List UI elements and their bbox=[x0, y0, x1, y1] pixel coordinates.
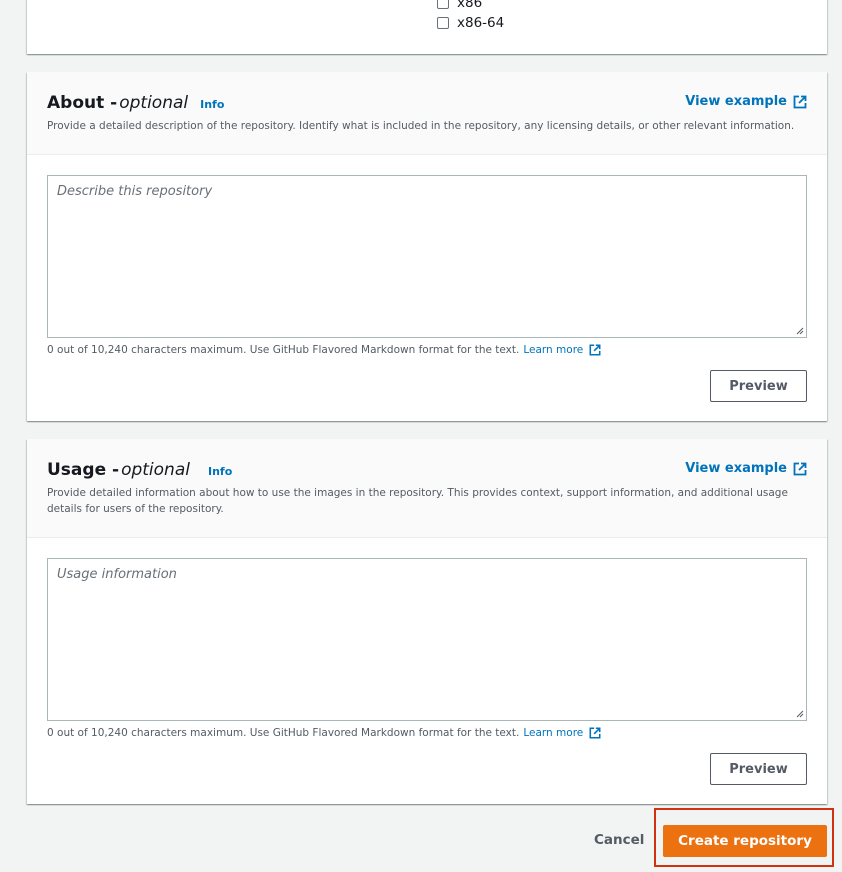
about-description: Provide a detailed description of the re… bbox=[47, 120, 795, 132]
about-preview-button[interactable]: Preview bbox=[710, 370, 807, 402]
about-title: About - optional Info bbox=[47, 93, 224, 113]
about-optional-text: optional bbox=[119, 93, 189, 113]
usage-optional-text: optional bbox=[121, 460, 190, 480]
x86-checkbox[interactable] bbox=[437, 0, 449, 9]
usage-textarea[interactable]: Usage information bbox=[47, 558, 807, 721]
usage-title-text: Usage - bbox=[47, 460, 120, 480]
architecture-option-x86-64[interactable]: x86-64 bbox=[437, 15, 504, 31]
architecture-panel: x86 x86-64 bbox=[27, 0, 827, 54]
create-repository-label: Create repository bbox=[678, 833, 812, 849]
usage-view-example-label: View example bbox=[685, 461, 787, 476]
usage-constraint-text: 0 out of 10,240 characters maximum. Use … bbox=[47, 727, 520, 739]
usage-info-link[interactable]: Info bbox=[208, 465, 232, 478]
x86-64-label: x86-64 bbox=[457, 15, 505, 31]
x86-64-checkbox[interactable] bbox=[437, 17, 449, 29]
usage-title: Usage - optional Info bbox=[47, 460, 232, 480]
x86-label: x86 bbox=[457, 0, 483, 11]
external-link-icon bbox=[793, 462, 807, 475]
about-constraint: 0 out of 10,240 characters maximum. Use … bbox=[47, 344, 601, 356]
about-header: About - optional Info View example Provi… bbox=[27, 72, 827, 155]
about-constraint-text: 0 out of 10,240 characters maximum. Use … bbox=[47, 344, 520, 356]
usage-learn-more-link[interactable]: Learn more bbox=[523, 727, 601, 739]
create-repository-button[interactable]: Create repository bbox=[663, 825, 827, 857]
external-link-icon bbox=[589, 727, 601, 739]
usage-learn-more-label: Learn more bbox=[523, 727, 584, 739]
cancel-button[interactable]: Cancel bbox=[594, 832, 644, 848]
about-learn-more-link[interactable]: Learn more bbox=[523, 344, 601, 356]
external-link-icon bbox=[793, 95, 807, 108]
usage-view-example-link[interactable]: View example bbox=[685, 461, 807, 476]
about-panel: About - optional Info View example Provi… bbox=[27, 72, 827, 421]
about-learn-more-label: Learn more bbox=[523, 344, 584, 356]
about-view-example-label: View example bbox=[685, 94, 787, 109]
resize-grip-icon[interactable] bbox=[796, 327, 804, 335]
resize-grip-icon[interactable] bbox=[796, 710, 804, 718]
about-preview-label: Preview bbox=[729, 378, 788, 394]
usage-header: Usage - optional Info View example Provi… bbox=[27, 439, 827, 538]
architecture-option-x86[interactable]: x86 bbox=[437, 0, 482, 11]
about-placeholder: Describe this repository bbox=[57, 184, 213, 199]
external-link-icon bbox=[589, 344, 601, 356]
about-info-link[interactable]: Info bbox=[200, 98, 224, 111]
about-title-text: About - bbox=[47, 93, 118, 113]
usage-description: Provide detailed information about how t… bbox=[47, 487, 788, 515]
usage-panel: Usage - optional Info View example Provi… bbox=[27, 439, 827, 804]
cancel-label: Cancel bbox=[594, 832, 645, 848]
usage-placeholder: Usage information bbox=[57, 567, 177, 582]
about-view-example-link[interactable]: View example bbox=[685, 94, 807, 109]
usage-preview-label: Preview bbox=[729, 761, 788, 777]
about-textarea[interactable]: Describe this repository bbox=[47, 175, 807, 338]
usage-preview-button[interactable]: Preview bbox=[710, 753, 807, 785]
usage-constraint: 0 out of 10,240 characters maximum. Use … bbox=[47, 727, 601, 739]
